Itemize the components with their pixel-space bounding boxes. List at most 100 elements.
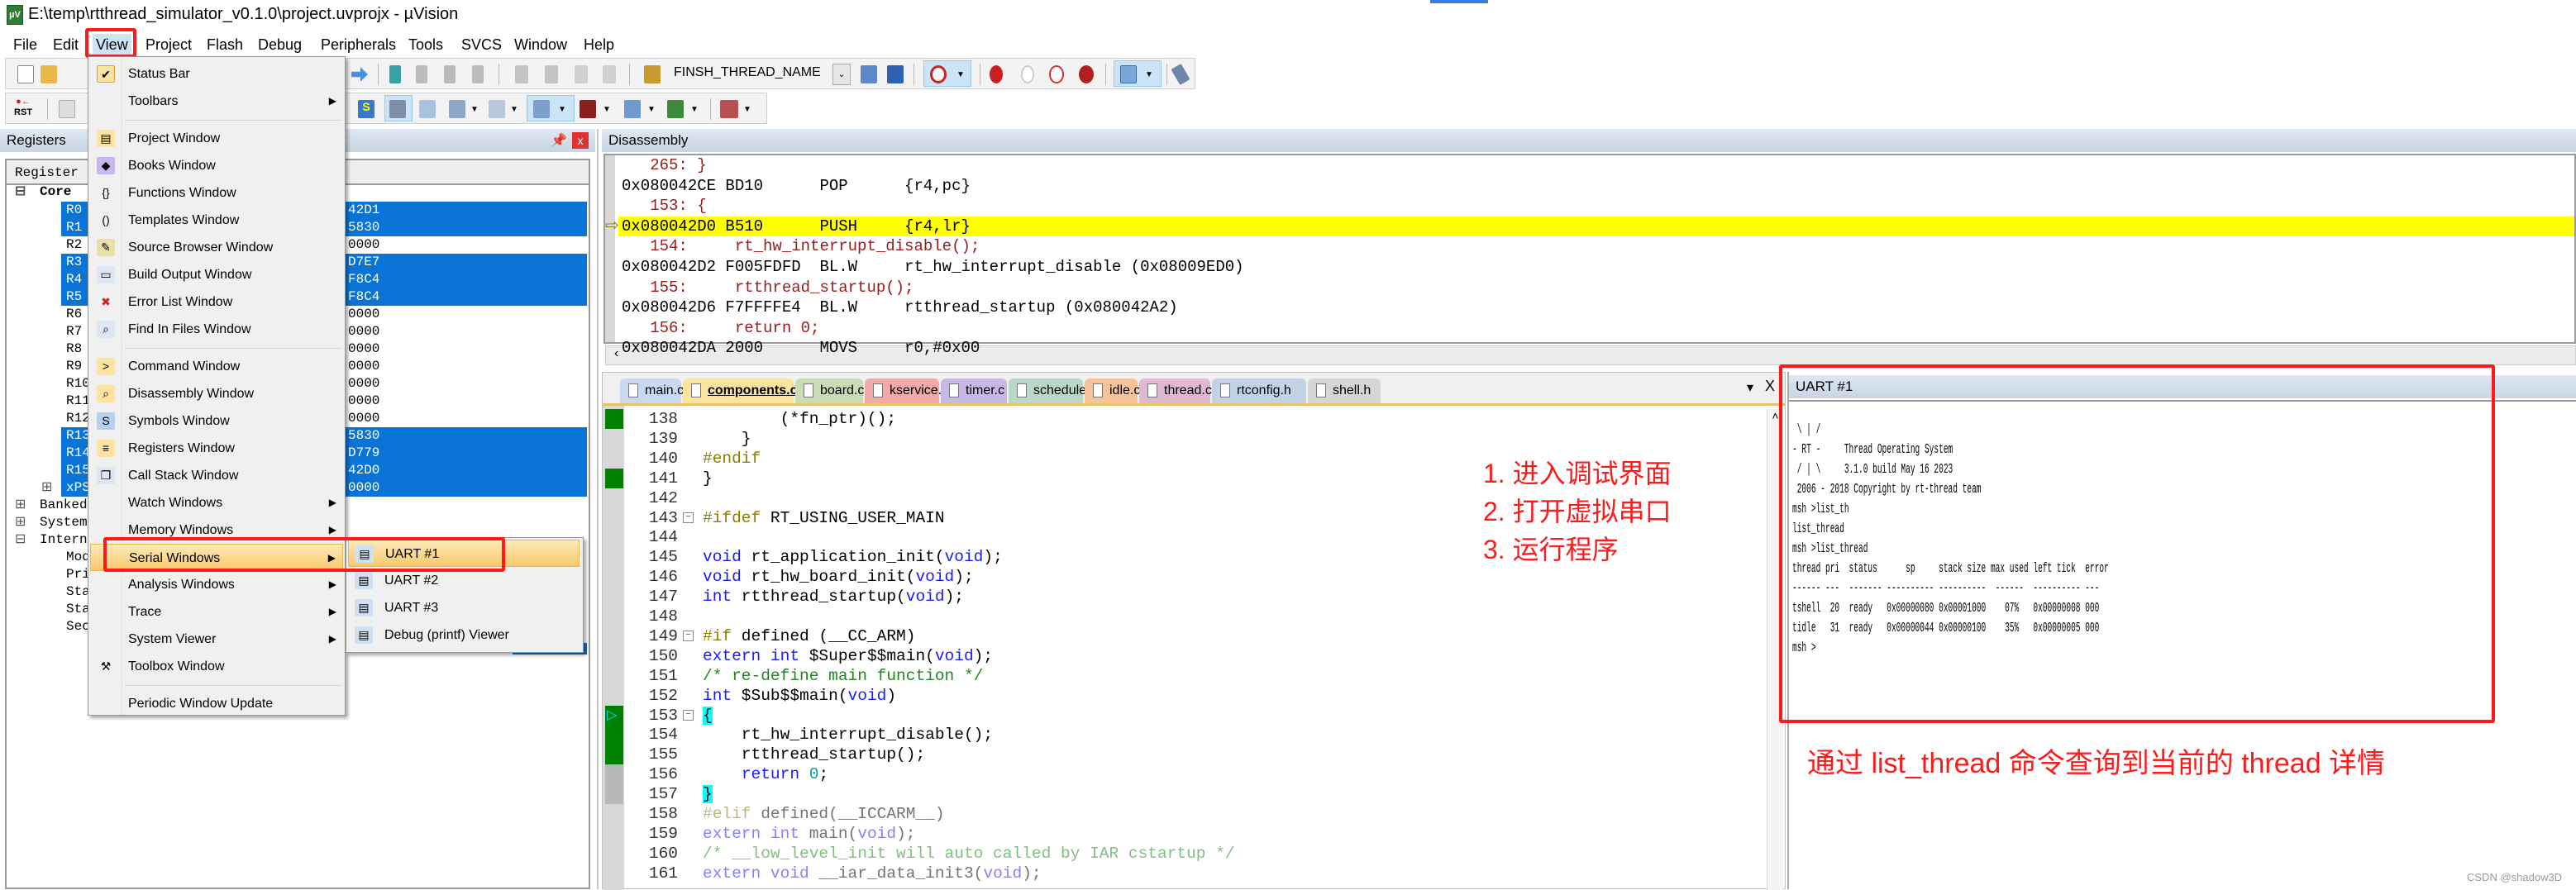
view-menu-item[interactable]: ✔ Status Bar [90,60,343,88]
serial-window-icon[interactable] [533,100,550,118]
register-row[interactable]: R12 [66,410,90,427]
view-menu-item[interactable]: ✎ Source Browser Window [90,234,343,261]
new-file-icon[interactable] [17,65,34,83]
register-value[interactable]: 5830 [348,219,379,236]
serial-submenu-item[interactable]: ▤ UART #3 [348,594,580,621]
view-menu-item[interactable]: Periodic Window Update [90,690,343,717]
code-line[interactable]: 151 /* re-define main function */ [603,666,1769,686]
expand-icon[interactable]: ⊞ [41,479,52,497]
collapse-icon[interactable]: ⊟ [15,531,26,549]
source-line[interactable]: 155: rtthread_startup(); [622,278,914,297]
code-line[interactable]: 139 } [603,429,1769,449]
registers-window-icon[interactable] [389,100,406,118]
register-value[interactable]: 0000 [348,340,379,358]
view-menu-item[interactable]: ✖ Error List Window [90,288,343,316]
editor-tab[interactable]: shell.h [1308,378,1381,403]
expand-icon[interactable]: ⊞ [15,514,26,531]
trace-window-icon[interactable] [624,100,641,118]
menu-svcs[interactable]: SVCS [458,34,505,55]
next-bookmark-icon[interactable] [444,65,456,83]
expand-icon[interactable]: ⊞ [15,497,26,514]
view-menu-item[interactable]: ⌕ Disassembly Window [90,380,343,407]
menu-peripherals[interactable]: Peripherals [317,34,399,55]
chevron-down-icon[interactable]: ⌄ [832,64,851,85]
call-stack-window-icon[interactable] [419,100,436,118]
view-menu-item[interactable]: Toolbars ▶ [90,88,343,115]
register-row[interactable]: R8 [66,340,82,358]
menu-tools[interactable]: Tools [405,34,446,55]
internal-register-row[interactable]: Pri [66,566,90,583]
code-line[interactable]: 157} [603,784,1769,805]
menu-help[interactable]: Help [580,34,618,55]
source-line[interactable]: 156: return 0; [622,318,819,338]
instruction-line[interactable]: 0x080042D6 F7FFFFE4 BL.W rtthread_startu… [622,297,1178,317]
code-line[interactable]: 148 [603,607,1769,626]
internal-register-row[interactable]: Mod [66,549,90,566]
code-line[interactable]: 149− #if defined (__CC_ARM) [603,626,1769,646]
register-row[interactable]: R0 [66,202,82,219]
code-line[interactable]: 158 #elif defined(__ICCARM__) [603,804,1769,824]
code-line[interactable]: 156 return 0; [603,764,1769,785]
clear-bookmarks-icon[interactable] [472,65,484,83]
view-menu-item[interactable]: Analysis Windows ▶ [90,571,343,598]
fold-toggle-icon[interactable]: − [683,512,694,523]
fold-toggle-icon[interactable]: − [683,630,694,641]
register-value[interactable]: 5830 [348,427,379,445]
register-value[interactable]: 0000 [348,323,379,340]
editor-tab[interactable]: thread.c [1139,378,1212,403]
editor-tab[interactable]: components.c [683,378,797,403]
editor-tab[interactable]: board.c [795,378,864,403]
register-row[interactable]: R14 [66,445,90,462]
fold-toggle-icon[interactable]: − [683,709,694,721]
register-row[interactable]: R6 [66,306,82,323]
internal-register-row[interactable]: Sta [66,583,90,601]
breakpoint-icon[interactable] [990,65,1003,83]
run-icon[interactable] [59,100,75,118]
register-value[interactable]: 42D1 [348,202,379,219]
view-menu-item[interactable]: System Viewer ▶ [90,626,343,653]
register-row[interactable]: R15 [66,462,90,479]
window-layout-icon[interactable] [1120,65,1137,83]
source-line[interactable]: 153: { [622,196,706,216]
view-menu-item[interactable]: ▤ Project Window [90,125,343,152]
menu-window[interactable]: Window [511,34,570,55]
serial-submenu-item[interactable]: ▤ Debug (printf) Viewer [348,621,580,649]
view-menu-item[interactable]: ▭ Build Output Window [90,261,343,288]
memory-window-icon[interactable] [489,100,505,118]
code-line[interactable]: 154 rt_hw_interrupt_disable(); [603,725,1769,745]
register-row[interactable]: R1 [66,219,82,236]
register-row[interactable]: R5 [66,288,82,306]
code-line[interactable]: 161 extern void __iar_data_init3(void); [603,864,1769,883]
reset-button[interactable]: ●← RST [14,97,32,118]
register-row[interactable]: R2 [66,236,82,254]
instruction-line[interactable]: 0x080042CE BD10 POP {r4,pc} [622,176,971,196]
code-line[interactable]: 159 extern int main(void); [603,824,1769,844]
unindent-icon[interactable] [545,65,558,83]
find-target-icon[interactable] [644,65,661,83]
kill-breakpoints-icon[interactable] [1079,65,1094,83]
comment-icon[interactable] [575,65,588,83]
editor-tab[interactable]: main.c [620,378,684,403]
binoculars-icon[interactable] [887,65,904,83]
pin-icon[interactable]: 📌 [551,132,567,149]
tree-system[interactable]: System ⊞ [15,514,88,531]
collapse-icon[interactable]: ⊟ [15,183,26,201]
view-menu-item[interactable]: S Symbols Window [90,407,343,435]
instruction-line[interactable]: 0x080042DA 2000 MOVS r0,#0x00 [622,338,980,358]
menu-debug[interactable]: Debug [255,34,305,55]
close-icon[interactable]: x [572,132,589,149]
register-value[interactable]: 0000 [348,410,379,427]
indent-icon[interactable] [515,65,528,83]
code-line[interactable]: 155 rtthread_startup(); [603,745,1769,765]
register-row[interactable]: R4 [66,271,82,288]
view-menu-item[interactable]: () Templates Window [90,207,343,234]
open-folder-icon[interactable] [41,65,57,83]
menu-flash[interactable]: Flash [203,34,246,55]
editor-tab[interactable]: scheduler.c [1009,378,1100,403]
code-line[interactable]: ▷ 153−{ [603,705,1769,726]
view-menu-item[interactable]: ◆ Books Window [90,152,343,179]
toolbox-icon[interactable] [720,100,738,118]
bookmark-icon[interactable] [389,65,401,83]
register-value[interactable]: D7E7 [348,254,379,271]
disable-all-breakpoints-icon[interactable] [1049,65,1064,83]
